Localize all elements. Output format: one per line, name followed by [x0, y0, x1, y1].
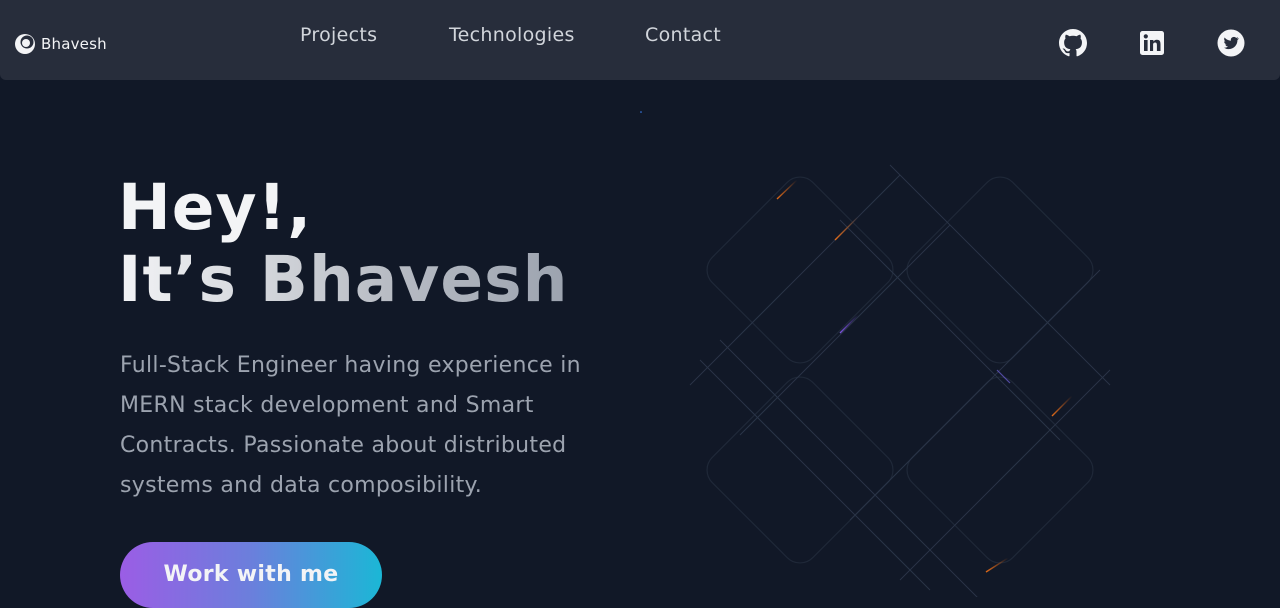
hero-title: Hey!, It’s Bhavesh [118, 172, 568, 316]
brand[interactable]: Bhavesh [14, 33, 107, 55]
brand-name: Bhavesh [41, 35, 107, 53]
github-link[interactable] [1059, 29, 1087, 57]
hero-grid-illustration [640, 111, 1111, 597]
twitter-icon [1217, 29, 1245, 57]
hero-greeting: Hey!, [118, 171, 313, 244]
github-icon [1059, 29, 1087, 57]
navbar: Bhavesh Projects Technologies Contact [0, 0, 1280, 80]
twitter-link[interactable] [1217, 29, 1245, 57]
linkedin-link[interactable] [1138, 29, 1166, 57]
nav-link-contact[interactable]: Contact [645, 24, 721, 46]
nav-link-technologies[interactable]: Technologies [449, 24, 575, 46]
logo-icon [15, 34, 35, 54]
nav-link-projects[interactable]: Projects [300, 24, 377, 46]
work-with-me-button[interactable]: Work with me [120, 542, 382, 608]
linkedin-icon [1140, 31, 1164, 55]
hero-description: Full-Stack Engineer having experience in… [120, 353, 581, 498]
hero-name: It’s Bhavesh [118, 243, 569, 316]
